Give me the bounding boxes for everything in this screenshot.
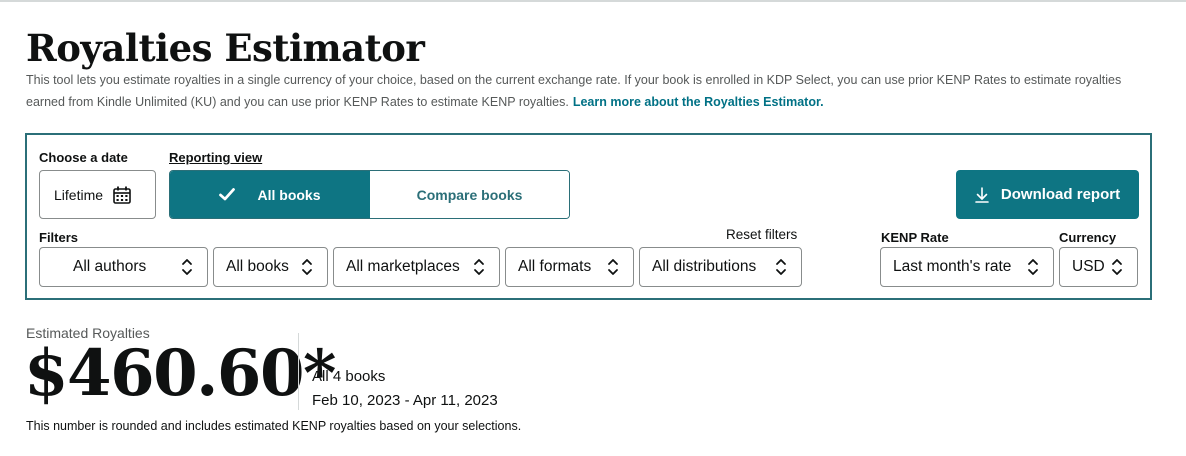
page-title: Royalties Estimator — [26, 26, 425, 70]
chevron-up-down-icon — [1028, 259, 1038, 275]
distributions-filter-value: All distributions — [652, 258, 757, 275]
formats-filter-select[interactable]: All formats — [505, 247, 634, 287]
chevron-up-down-icon — [608, 259, 618, 275]
checkmark-icon — [219, 188, 236, 201]
kenp-rate-label: KENP Rate — [881, 230, 949, 245]
chevron-up-down-icon — [182, 259, 192, 275]
chevron-up-down-icon — [302, 259, 312, 275]
filters-label: Filters — [39, 230, 79, 245]
reporting-view-toggle: All books Compare books — [169, 170, 570, 219]
currency-label: Currency — [1059, 230, 1117, 245]
date-range: Feb 10, 2023 - Apr 11, 2023 — [312, 392, 498, 409]
rounding-note: This number is rounded and includes esti… — [26, 419, 522, 433]
date-label: Choose a date — [39, 150, 128, 165]
authors-filter-value: All authors — [73, 258, 147, 275]
authors-filter-select[interactable]: All authors — [39, 247, 208, 287]
chevron-up-down-icon — [776, 259, 786, 275]
kenp-rate-select[interactable]: Last month's rate — [880, 247, 1054, 287]
summary-divider — [298, 333, 299, 410]
formats-filter-value: All formats — [518, 258, 592, 275]
books-filter-select[interactable]: All books — [213, 247, 328, 287]
filters-panel: Choose a date Reporting view Lifetime Al… — [25, 133, 1152, 300]
estimated-royalties-amount: $460.60* — [24, 336, 336, 411]
marketplaces-filter-select[interactable]: All marketplaces — [333, 247, 500, 287]
currency-select[interactable]: USD — [1059, 247, 1138, 287]
books-count: All 4 books — [312, 368, 386, 385]
compare-books-view-label: Compare books — [416, 186, 523, 203]
currency-value: USD — [1072, 258, 1105, 275]
distributions-filter-select[interactable]: All distributions — [639, 247, 802, 287]
download-report-button[interactable]: Download report — [956, 170, 1139, 219]
marketplaces-filter-value: All marketplaces — [346, 258, 460, 275]
date-picker-button[interactable]: Lifetime — [39, 170, 156, 219]
download-report-label: Download report — [1000, 186, 1121, 203]
compare-books-view-button[interactable]: Compare books — [370, 171, 569, 218]
books-filter-value: All books — [226, 258, 289, 275]
kenp-rate-value: Last month's rate — [893, 258, 1012, 275]
top-divider — [0, 0, 1186, 2]
all-books-view-label: All books — [257, 186, 321, 203]
calendar-icon — [113, 186, 131, 204]
reset-filters-link[interactable]: Reset filters — [726, 227, 797, 242]
chevron-up-down-icon — [1112, 259, 1122, 275]
all-books-view-button[interactable]: All books — [170, 171, 370, 218]
chevron-up-down-icon — [474, 259, 484, 275]
date-value: Lifetime — [54, 186, 104, 203]
page-description: This tool lets you estimate royalties in… — [26, 69, 1156, 113]
learn-more-link[interactable]: Learn more about the Royalties Estimator… — [573, 95, 824, 109]
reporting-view-label: Reporting view — [169, 150, 263, 165]
download-arrow-icon — [975, 186, 989, 203]
